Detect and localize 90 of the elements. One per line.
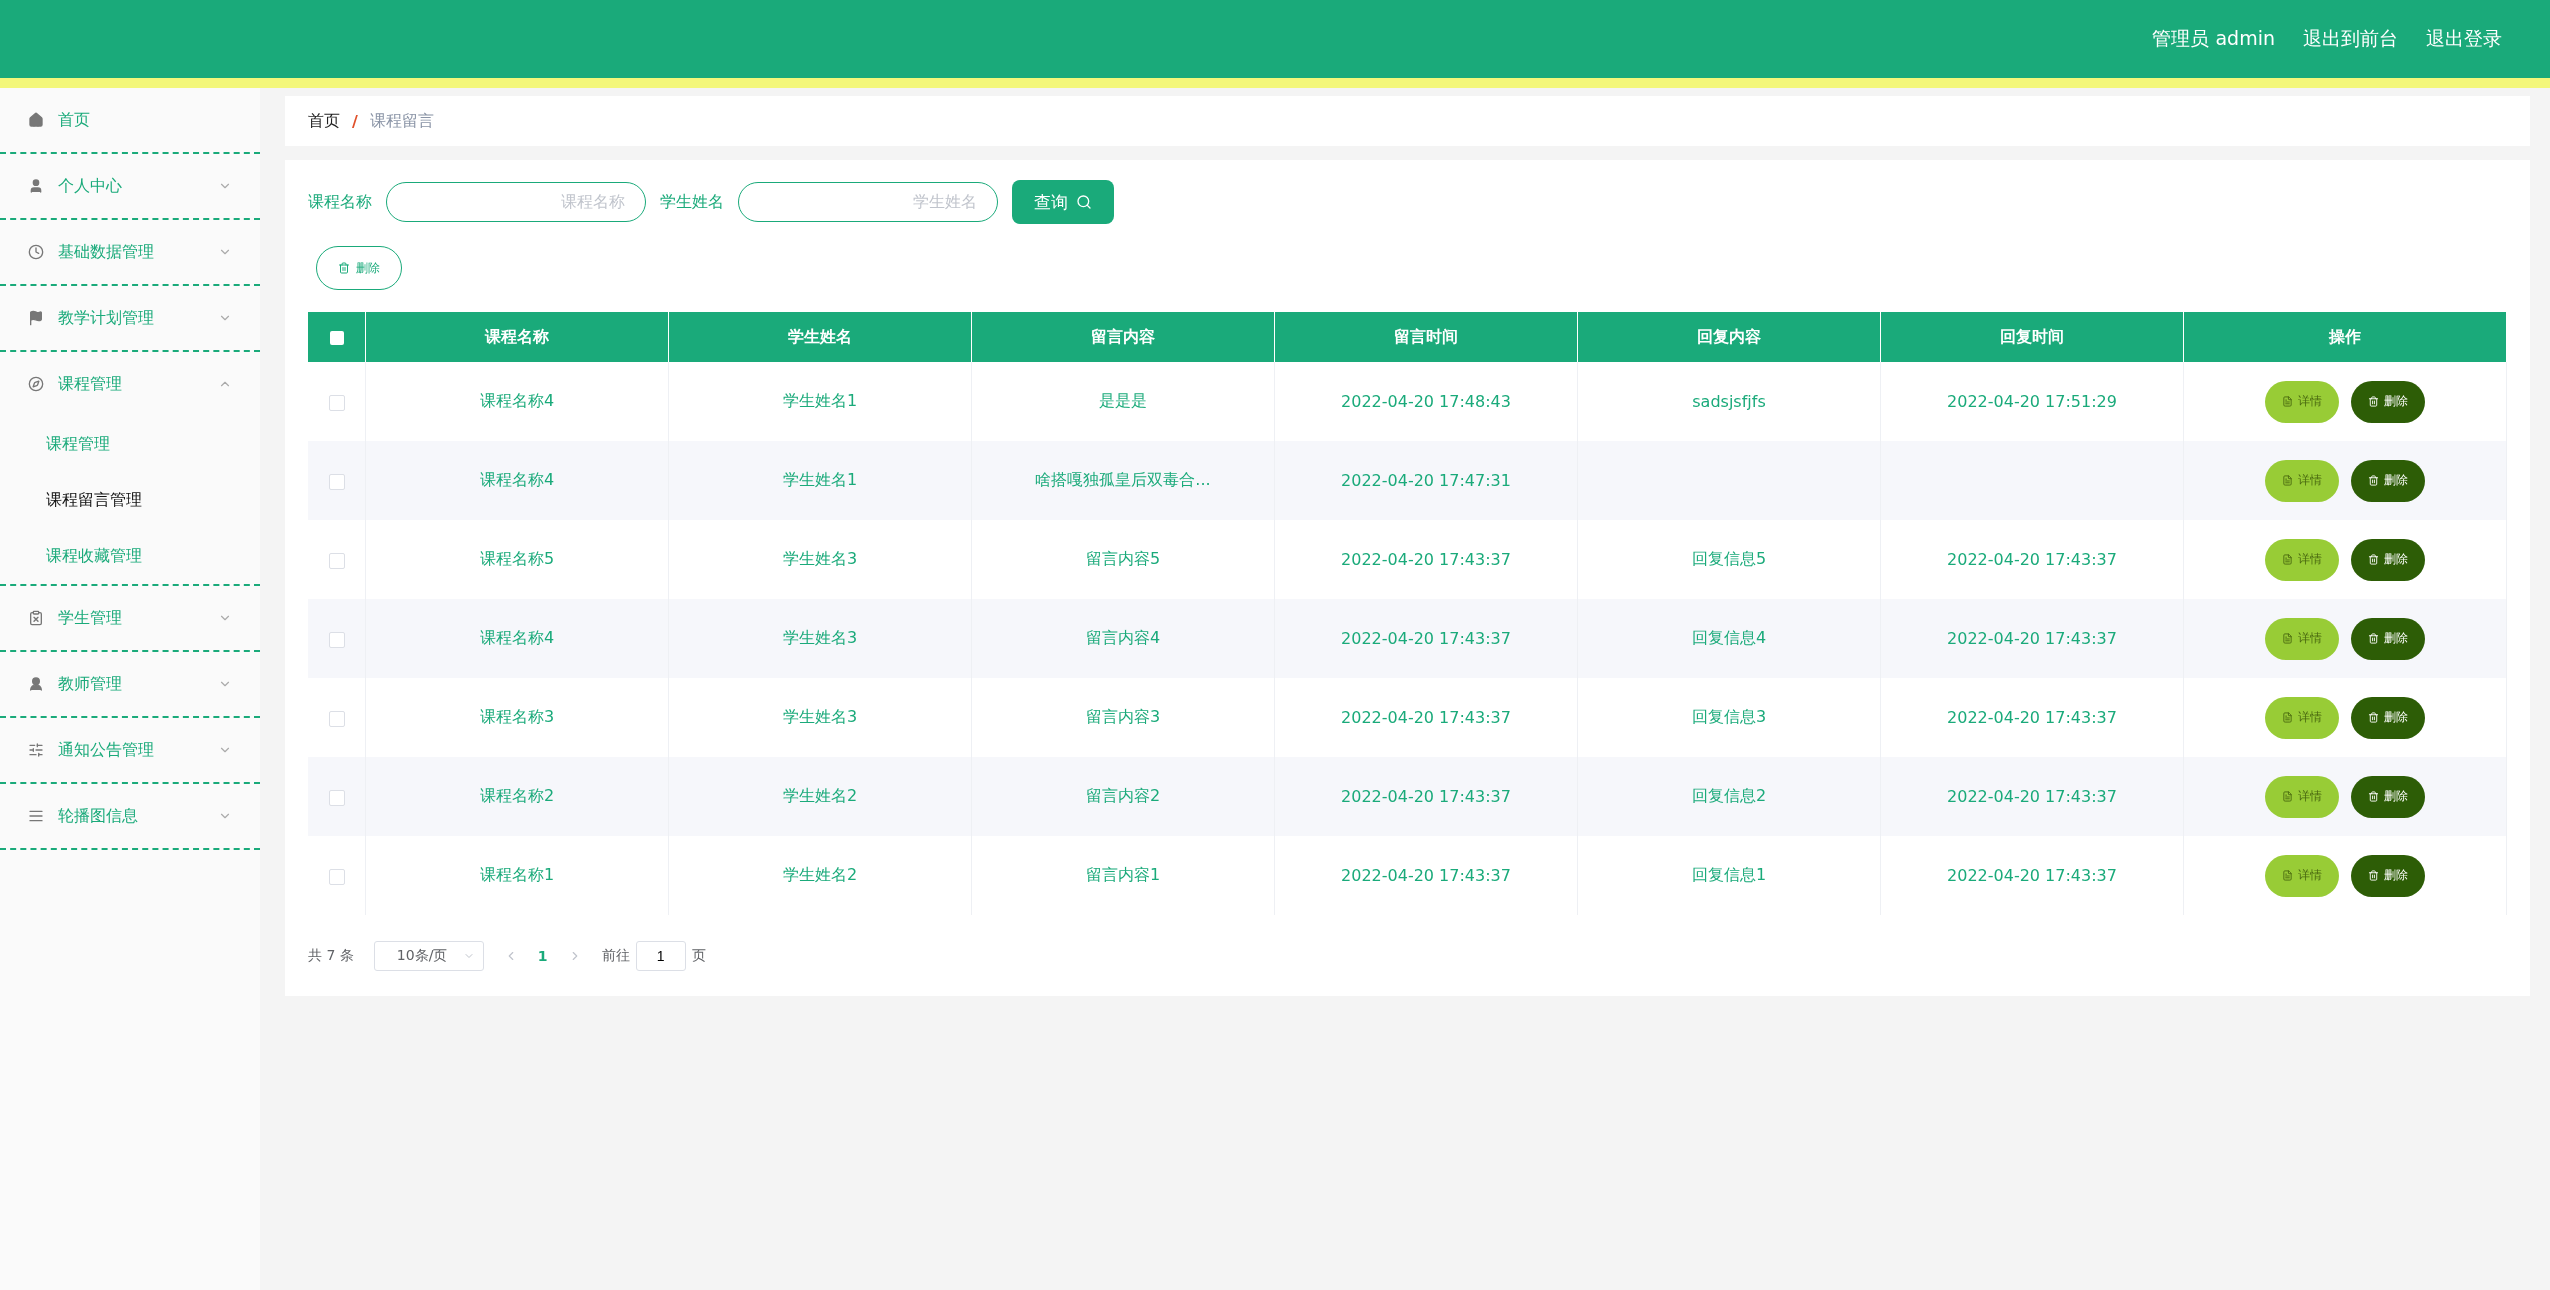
page-number[interactable]: 1 xyxy=(537,948,548,964)
breadcrumb-current: 课程留言 xyxy=(369,110,434,132)
table-cell: 课程名称1 xyxy=(365,836,669,915)
total-count: 共 7 条 xyxy=(308,947,354,965)
trash-icon xyxy=(2368,475,2379,486)
row-delete-button[interactable]: 删除 xyxy=(2351,459,2425,502)
details-button[interactable]: 详情 xyxy=(2265,617,2339,660)
table-cell: 2022-04-20 17:43:37 xyxy=(1880,836,2184,915)
column-header: 操作 xyxy=(2183,312,2507,362)
row-checkbox[interactable] xyxy=(328,789,345,806)
column-header: 回复时间 xyxy=(1880,312,2184,362)
row-delete-button[interactable]: 删除 xyxy=(2351,538,2425,581)
search-button[interactable]: 查询 xyxy=(1012,180,1114,224)
trash-icon xyxy=(338,262,350,274)
column-header: 学生姓名 xyxy=(668,312,972,362)
search-icon xyxy=(1076,194,1092,210)
sidebar-item[interactable]: 个人中心 xyxy=(0,154,260,218)
search-field[interactable]: 学生姓名 xyxy=(738,182,998,222)
user-icon xyxy=(28,178,44,194)
document-icon xyxy=(2282,870,2293,881)
sidebar-item[interactable]: 教师管理 xyxy=(0,652,260,716)
column-header: 留言内容 xyxy=(971,312,1275,362)
document-icon xyxy=(2282,554,2293,565)
column-header: 回复内容 xyxy=(1577,312,1881,362)
trash-icon xyxy=(2368,870,2379,881)
sidebar-subitem[interactable]: 课程管理 xyxy=(0,416,260,472)
trash-icon xyxy=(2368,633,2379,644)
column-header: 课程名称 xyxy=(365,312,669,362)
sidebar-item[interactable]: 基础数据管理 xyxy=(0,220,260,284)
details-button[interactable]: 详情 xyxy=(2265,538,2339,581)
filter-label: 课程名称 xyxy=(308,191,372,213)
table-cell: 学生姓名2 xyxy=(668,836,972,915)
row-checkbox[interactable] xyxy=(328,710,345,727)
details-button[interactable]: 详情 xyxy=(2265,775,2339,818)
table-cell: 留言内容1 xyxy=(971,836,1275,915)
goto-page-field[interactable]: 1 xyxy=(635,941,686,971)
row-checkbox[interactable] xyxy=(328,394,345,411)
document-icon xyxy=(2282,791,2293,802)
flag-icon xyxy=(28,310,44,326)
sidebar-item[interactable]: 轮播图信息 xyxy=(0,784,260,848)
compass-icon xyxy=(28,376,44,392)
row-checkbox[interactable] xyxy=(328,552,345,569)
row-checkbox[interactable] xyxy=(328,631,345,648)
document-icon xyxy=(2282,396,2293,407)
sidebar-item[interactable]: 学生管理 xyxy=(0,586,260,650)
trash-icon xyxy=(2368,554,2379,565)
list-icon xyxy=(28,808,44,824)
trash-icon xyxy=(2368,791,2379,802)
clock-icon xyxy=(28,244,44,260)
search-field[interactable]: 课程名称 xyxy=(386,182,646,222)
breadcrumb-home[interactable]: 首页 xyxy=(308,110,340,132)
sidebar-item[interactable]: 通知公告管理 xyxy=(0,718,260,782)
row-delete-button[interactable]: 删除 xyxy=(2351,617,2425,660)
row-delete-button[interactable]: 删除 xyxy=(2351,775,2425,818)
goto-label: 前往 xyxy=(601,947,630,965)
sidebar-item[interactable]: 首页 xyxy=(0,88,260,152)
page-suffix: 页 xyxy=(691,947,706,965)
document-icon xyxy=(2282,712,2293,723)
row-delete-button[interactable]: 删除 xyxy=(2351,380,2425,423)
breadcrumb-separator: / xyxy=(352,111,358,131)
person-icon xyxy=(28,676,44,692)
details-button[interactable]: 详情 xyxy=(2265,696,2339,739)
clipboard-icon xyxy=(28,610,44,626)
details-button[interactable]: 详情 xyxy=(2265,459,2339,502)
delete-button[interactable]: 删除 xyxy=(316,246,402,290)
home-icon xyxy=(28,112,44,128)
trash-icon xyxy=(2368,396,2379,407)
select-all-checkbox[interactable] xyxy=(329,331,344,345)
table-cell: 回复信息1 xyxy=(1577,836,1881,915)
row-delete-button[interactable]: 删除 xyxy=(2351,854,2425,897)
sidebar-subitem[interactable]: 课程留言管理 xyxy=(0,472,260,528)
admin-user-label: 管理员 admin xyxy=(2152,26,2275,51)
trash-icon xyxy=(2368,712,2379,723)
row-checkbox[interactable] xyxy=(328,473,345,490)
table-cell: 2022-04-20 17:43:37 xyxy=(1274,836,1578,915)
column-header: 留言时间 xyxy=(1274,312,1578,362)
sliders-icon xyxy=(28,742,44,758)
document-icon xyxy=(2282,633,2293,644)
filter-label: 学生姓名 xyxy=(660,191,724,213)
sidebar-subitem[interactable]: 课程收藏管理 xyxy=(0,528,260,584)
row-delete-button[interactable]: 删除 xyxy=(2351,696,2425,739)
header-link[interactable]: 退出到前台 xyxy=(2303,26,2398,52)
row-checkbox[interactable] xyxy=(328,868,345,885)
page-size-select[interactable]: 10条/页 xyxy=(373,941,484,971)
details-button[interactable]: 详情 xyxy=(2265,854,2339,897)
header-link[interactable]: 退出登录 xyxy=(2426,26,2502,52)
sidebar-item[interactable]: 课程管理 xyxy=(0,352,260,416)
sidebar-item[interactable]: 教学计划管理 xyxy=(0,286,260,350)
details-button[interactable]: 详情 xyxy=(2265,380,2339,423)
document-icon xyxy=(2282,475,2293,486)
